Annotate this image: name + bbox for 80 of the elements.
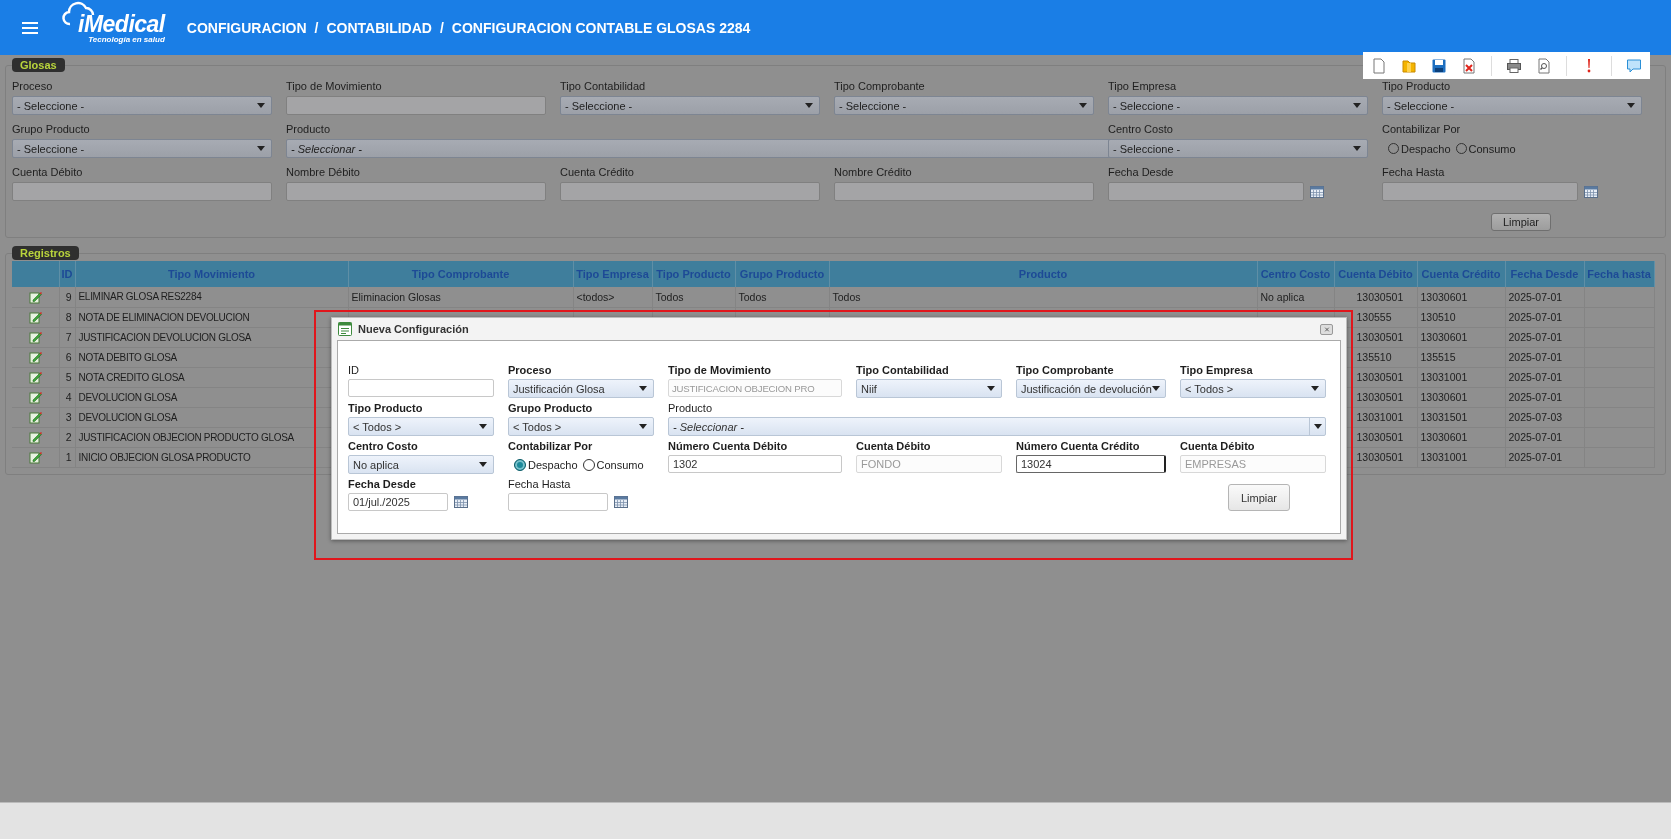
breadcrumb-separator: / bbox=[439, 19, 444, 36]
field-label: Cuenta Débito bbox=[1180, 440, 1256, 453]
table-cell: 13031001 bbox=[1417, 367, 1505, 387]
table-cell: ELIMINAR GLOSA RES2284 bbox=[75, 287, 348, 307]
section-legend: Glosas bbox=[12, 58, 65, 72]
field-label: ID bbox=[348, 364, 360, 377]
breadcrumb-item: CONFIGURACION CONTABLE GLOSAS 2284 bbox=[451, 19, 751, 36]
table-cell: 13030601 bbox=[1417, 427, 1505, 447]
table-cell: 13031001 bbox=[1417, 447, 1505, 467]
field-label: Grupo Producto bbox=[12, 123, 91, 136]
table-cell: 2025-07-01 bbox=[1505, 367, 1584, 387]
table-cell: 2025-07-01 bbox=[1505, 427, 1584, 447]
table-cell: 8 bbox=[59, 307, 75, 327]
field-label: Tipo de Movimiento bbox=[668, 364, 773, 377]
field-label: Tipo Producto bbox=[348, 402, 424, 415]
radio-label: Consumo bbox=[596, 458, 644, 471]
table-cell: 1 bbox=[59, 447, 75, 467]
logo-text: iMedical bbox=[77, 12, 165, 36]
radio-label: Despacho bbox=[1401, 142, 1451, 155]
dialog-title: Nueva Configuración bbox=[358, 323, 470, 335]
table-cell: 2025-07-01 bbox=[1505, 307, 1584, 327]
field-label: Tipo Empresa bbox=[1108, 80, 1178, 93]
field-label: Producto bbox=[668, 402, 714, 415]
section-legend: Registros bbox=[12, 246, 79, 260]
field-label: Cuenta Débito bbox=[12, 166, 84, 179]
table-cell: Eliminacion Glosas bbox=[348, 287, 573, 307]
table-cell: 4 bbox=[59, 387, 75, 407]
table-cell: 2 bbox=[59, 427, 75, 447]
field-label: Tipo Comprobante bbox=[1016, 364, 1115, 377]
table-cell: 13030601 bbox=[1417, 387, 1505, 407]
table-cell: 13030501 bbox=[1334, 287, 1417, 307]
field-label: Tipo de Movimiento bbox=[286, 80, 383, 93]
table-cell: 2025-07-01 bbox=[1505, 387, 1584, 407]
breadcrumb-separator: / bbox=[314, 19, 319, 36]
field-label: Centro Costo bbox=[348, 440, 419, 453]
field-label: Tipo Producto bbox=[1382, 80, 1452, 93]
table-cell: 2025-07-01 bbox=[1505, 447, 1584, 467]
field-label: Tipo Empresa bbox=[1180, 364, 1254, 377]
table-cell: 9 bbox=[59, 287, 75, 307]
field-label: Proceso bbox=[508, 364, 553, 377]
field-label: Contabilizar Por bbox=[508, 440, 594, 453]
table-cell: 3 bbox=[59, 407, 75, 427]
radio-label: Despacho bbox=[528, 458, 578, 471]
radio-label: Consumo bbox=[1468, 142, 1516, 155]
field-label: Proceso bbox=[12, 80, 54, 93]
table-cell: 130510 bbox=[1417, 307, 1505, 327]
field-label: Contabilizar Por bbox=[1382, 123, 1462, 136]
table-cell: 13031501 bbox=[1417, 407, 1505, 427]
field-label: Cuenta Crédito bbox=[560, 166, 635, 179]
table-cell: 5 bbox=[59, 367, 75, 387]
table-cell: 2025-07-03 bbox=[1505, 407, 1584, 427]
field-label: Fecha Hasta bbox=[1382, 166, 1446, 179]
table-cell: 2025-07-01 bbox=[1505, 287, 1584, 307]
field-label: Número Cuenta Crédito bbox=[1016, 440, 1141, 453]
field-label: Nombre Crédito bbox=[834, 166, 913, 179]
field-label: Número Cuenta Débito bbox=[668, 440, 789, 453]
table-cell: 135515 bbox=[1417, 347, 1505, 367]
field-label: Fecha Hasta bbox=[508, 478, 572, 491]
table-cell: Todos bbox=[829, 287, 1257, 307]
field-label: Tipo Contabilidad bbox=[560, 80, 647, 93]
table-cell: Todos bbox=[735, 287, 829, 307]
table-cell: 2025-07-01 bbox=[1505, 327, 1584, 347]
table-cell: 2025-07-01 bbox=[1505, 347, 1584, 367]
table-cell: 13030601 bbox=[1417, 327, 1505, 347]
field-label: Fecha Desde bbox=[1108, 166, 1175, 179]
table-cell: 6 bbox=[59, 347, 75, 367]
field-label: Tipo Contabilidad bbox=[856, 364, 950, 377]
field-label: Tipo Comprobante bbox=[834, 80, 926, 93]
field-label: Fecha Desde bbox=[348, 478, 417, 491]
field-label: Cuenta Débito bbox=[856, 440, 932, 453]
field-label: Producto bbox=[286, 123, 332, 136]
table-cell: No aplica bbox=[1257, 287, 1334, 307]
field-label: Nombre Débito bbox=[286, 166, 361, 179]
field-label: Grupo Producto bbox=[508, 402, 594, 415]
table-cell: 7 bbox=[59, 327, 75, 347]
table-cell: Todos bbox=[652, 287, 735, 307]
table-cell: <todos> bbox=[573, 287, 652, 307]
logo-tagline: Tecnología en salud bbox=[88, 36, 165, 43]
field-label: Centro Costo bbox=[1108, 123, 1174, 136]
table-cell: 13030601 bbox=[1417, 287, 1505, 307]
